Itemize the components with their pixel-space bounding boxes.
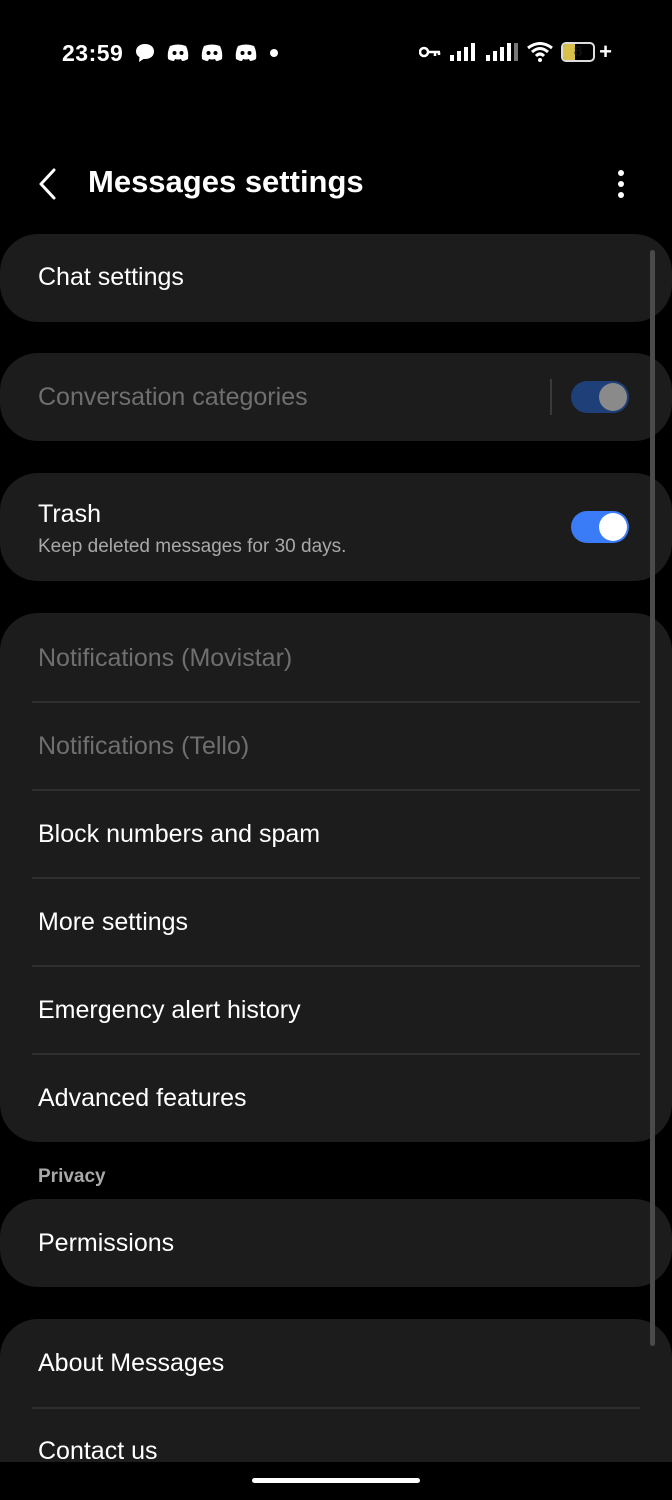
conversation-categories-toggle[interactable] [571,381,629,413]
conversation-categories-label: Conversation categories [38,383,308,411]
back-button[interactable] [30,164,66,204]
status-time: 23:59 [62,40,124,66]
trash-summary: Keep deleted messages for 30 days. [38,536,347,557]
trash-card[interactable]: Trash Keep deleted messages for 30 days. [0,473,672,581]
status-bar: 23:59 8 + [0,0,672,110]
chat-bubble-icon [136,44,154,62]
permissions-label: Permissions [38,1229,175,1257]
battery-icon: 8 [561,42,596,62]
divider [32,1053,640,1055]
more-options-button[interactable] [606,164,636,204]
settings-group-card: Notifications (Movistar) Notifications (… [0,613,672,1142]
chevron-left-icon [39,168,56,200]
charging-icon: + [599,39,612,64]
scrollbar[interactable] [650,250,655,1346]
divider [32,965,640,967]
discord-icon [201,44,223,61]
trash-toggle[interactable] [571,511,629,543]
divider [32,789,640,791]
chat-settings-card[interactable]: Chat settings [0,234,672,322]
vertical-divider [550,379,552,415]
signal-icon [486,43,519,61]
chat-settings-label: Chat settings [38,263,184,291]
battery-level: 8 [573,43,583,60]
vpn-key-icon [419,46,441,58]
page-title: Messages settings [88,164,364,199]
discord-icon [235,44,257,61]
notifications-movistar-item[interactable]: Notifications (Movistar) [38,644,292,673]
about-messages-item[interactable]: About Messages [38,1349,224,1378]
signal-icon [450,43,476,61]
discord-icon [167,44,189,61]
conversation-categories-card[interactable]: Conversation categories [0,353,672,441]
wifi-icon [527,42,554,62]
emergency-alert-history-item[interactable]: Emergency alert history [38,996,301,1025]
trash-label: Trash [38,500,101,528]
divider [32,877,640,879]
divider [32,701,640,703]
privacy-section-header: Privacy [38,1166,106,1187]
dot-icon [270,49,278,57]
block-numbers-item[interactable]: Block numbers and spam [38,820,320,849]
more-settings-item[interactable]: More settings [38,908,188,937]
advanced-features-item[interactable]: Advanced features [38,1084,246,1113]
permissions-card[interactable]: Permissions [0,1199,672,1287]
divider [32,1407,640,1409]
notifications-tello-item[interactable]: Notifications (Tello) [38,732,249,761]
more-vertical-icon [618,170,624,198]
notification-icons [134,42,280,64]
home-indicator[interactable] [252,1478,420,1483]
system-icons: 8 + [419,39,612,64]
